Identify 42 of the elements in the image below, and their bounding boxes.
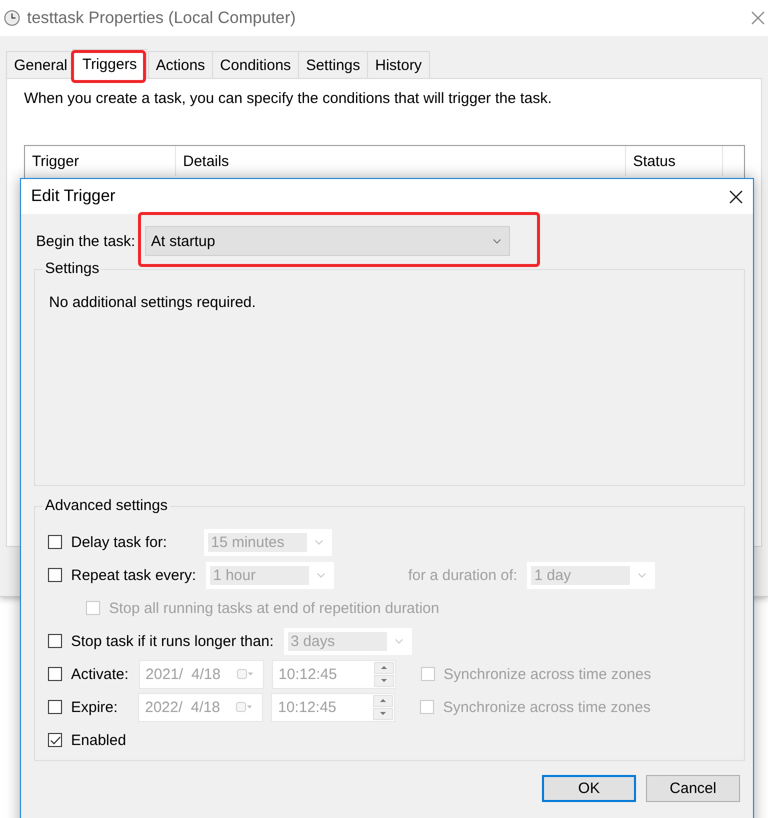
checkbox[interactable] [48,535,62,549]
caret-up-icon [380,699,386,702]
dropdown[interactable]: At startup [145,226,510,256]
checkbox[interactable] [48,667,62,681]
chevron-icon [394,638,403,644]
checkbox[interactable] [48,568,62,582]
chevron-icon [493,238,501,244]
tab[interactable]: History [367,51,430,78]
calendar-icon [236,702,252,712]
column-header[interactable]: Status [626,146,723,176]
field-label: for a duration of: [408,566,518,584]
checkbox[interactable] [48,700,62,714]
checkbox[interactable] [48,733,62,747]
description-text: When you create a task, you can specify the conditions that will trigger the task. [24,91,553,107]
column-header[interactable]: Trigger [25,146,176,176]
column-header[interactable]: Details [176,146,626,176]
caret-down-icon [380,679,387,682]
dialog-title: Edit Trigger [31,187,116,206]
dialog-button[interactable]: OK [542,775,636,802]
checkbox-label[interactable]: Stop task if it runs longer than: [71,632,274,650]
chevron-icon [317,572,326,578]
clock-icon [4,10,20,26]
checkbox-label[interactable]: Delay task for: [71,534,194,550]
window-title: testtask Properties (Local Computer) [27,8,296,28]
group-title: Settings [44,260,100,278]
checkbox-label[interactable]: Expire: [71,698,128,716]
info-text: No additional settings required. [49,294,257,311]
tab[interactable]: Actions [148,51,214,78]
close-icon[interactable] [729,190,743,204]
caret-down-icon [380,712,386,715]
checkbox-label[interactable]: Repeat task every: [71,566,196,584]
caret-up-icon [380,666,387,669]
calendar-icon [236,669,253,679]
dialog-button[interactable]: Cancel [646,775,740,802]
group-title: Advanced settings [44,497,169,515]
chevron-icon [638,572,646,578]
field-label: Begin the task: [36,232,136,250]
chevron-icon [315,540,323,544]
checkbox[interactable] [48,634,62,648]
checkmark-icon [50,736,60,744]
checkbox-label[interactable]: Enabled [71,732,126,748]
checkbox-label[interactable]: Activate: [71,666,129,682]
